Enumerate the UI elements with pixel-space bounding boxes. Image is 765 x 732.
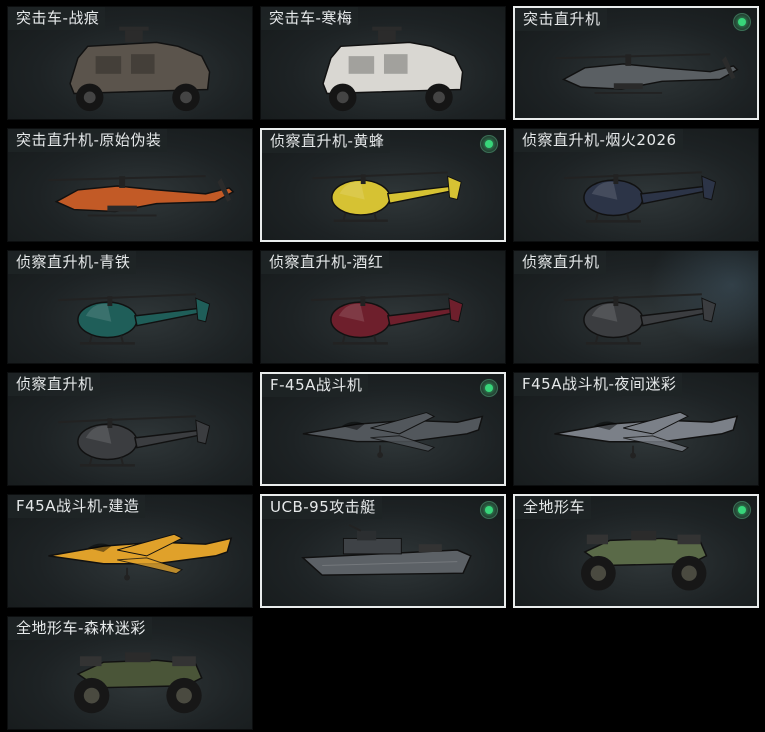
vehicle-card[interactable]: 突击直升机-原始伪装: [7, 128, 253, 242]
vehicle-card[interactable]: 侦察直升机: [513, 250, 759, 364]
vehicle-label: 侦察直升机-青铁: [8, 251, 137, 274]
vehicle-label: 全地形车-森林迷彩: [8, 617, 152, 640]
vehicle-card[interactable]: 全地形车: [513, 494, 759, 608]
vehicle-label: 突击直升机-原始伪装: [8, 129, 168, 152]
vehicle-label: 侦察直升机-烟火2026: [514, 129, 683, 152]
vehicle-card[interactable]: 侦察直升机-酒红: [260, 250, 506, 364]
vehicle-card[interactable]: 突击车-战痕: [7, 6, 253, 120]
equipped-indicator-icon: [481, 380, 497, 396]
vehicle-card[interactable]: 全地形车-森林迷彩: [7, 616, 253, 730]
vehicle-card[interactable]: F-45A战斗机: [260, 372, 506, 486]
vehicle-card[interactable]: F45A战斗机-夜间迷彩: [513, 372, 759, 486]
vehicle-label: 侦察直升机-酒红: [261, 251, 390, 274]
equipped-indicator-icon: [481, 136, 497, 152]
vehicle-card[interactable]: F45A战斗机-建造: [7, 494, 253, 608]
vehicle-card[interactable]: 突击车-寒梅: [260, 6, 506, 120]
equipped-indicator-icon: [734, 502, 750, 518]
equipped-indicator-icon: [481, 502, 497, 518]
vehicle-card[interactable]: 侦察直升机: [7, 372, 253, 486]
equipped-indicator-icon: [734, 14, 750, 30]
vehicle-card[interactable]: 侦察直升机-黄蜂: [260, 128, 506, 242]
vehicle-card[interactable]: 侦察直升机-烟火2026: [513, 128, 759, 242]
vehicle-grid: 突击车-战痕 突击车-寒梅 突击直升机 突击直升机-原始伪装 侦察直升机-黄蜂 侦察直升机…: [0, 0, 765, 732]
vehicle-card[interactable]: 侦察直升机-青铁: [7, 250, 253, 364]
vehicle-label: 全地形车: [515, 496, 592, 519]
vehicle-label: F-45A战斗机: [262, 374, 369, 397]
vehicle-label: F45A战斗机-建造: [8, 495, 146, 518]
vehicle-label: 侦察直升机-黄蜂: [262, 130, 391, 153]
vehicle-card[interactable]: 突击直升机: [513, 6, 759, 120]
vehicle-label: 侦察直升机: [514, 251, 606, 274]
vehicle-label: 突击车-战痕: [8, 7, 106, 30]
vehicle-card[interactable]: UCB-95攻击艇: [260, 494, 506, 608]
vehicle-label: UCB-95攻击艇: [262, 496, 382, 519]
vehicle-label: F45A战斗机-夜间迷彩: [514, 373, 683, 396]
vehicle-label: 侦察直升机: [8, 373, 100, 396]
vehicle-label: 突击车-寒梅: [261, 7, 359, 30]
vehicle-label: 突击直升机: [515, 8, 607, 31]
